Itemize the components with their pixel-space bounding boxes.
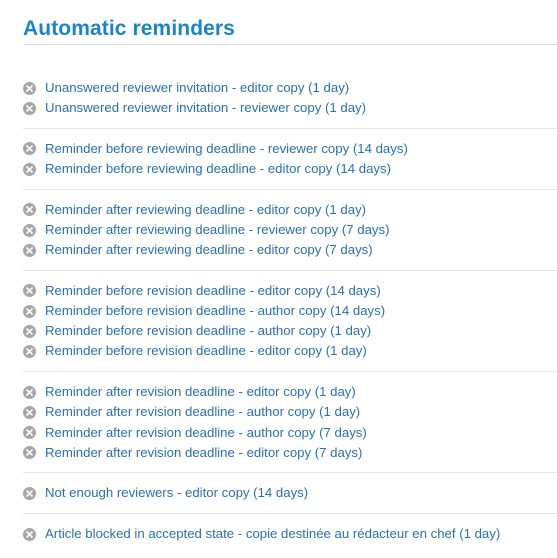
reminder-item: Reminder before revision deadline - edit… xyxy=(23,281,557,301)
reminder-link[interactable]: Reminder after revision deadline - edito… xyxy=(45,382,356,402)
remove-circle-icon[interactable] xyxy=(23,324,36,338)
page-title: Automatic reminders xyxy=(23,17,235,40)
reminder-item: Reminder before revision deadline - auth… xyxy=(23,321,557,341)
reminder-groups: Unanswered reviewer invitation - editor … xyxy=(23,78,557,544)
reminder-item: Reminder after revision deadline - edito… xyxy=(23,443,557,463)
reminder-link[interactable]: Reminder before revision deadline - auth… xyxy=(45,301,385,321)
reminder-group: Not enough reviewers - editor copy (14 d… xyxy=(23,483,557,503)
reminder-item: Reminder after reviewing deadline - revi… xyxy=(23,220,557,240)
remove-circle-icon[interactable] xyxy=(23,304,36,318)
remove-circle-icon[interactable] xyxy=(23,344,36,358)
remove-circle-icon[interactable] xyxy=(23,223,36,237)
reminder-link[interactable]: Article blocked in accepted state - copi… xyxy=(45,524,500,544)
remove-circle-icon[interactable] xyxy=(23,385,36,399)
reminder-item: Unanswered reviewer invitation - reviewe… xyxy=(23,98,557,118)
reminder-link[interactable]: Reminder before revision deadline - auth… xyxy=(45,321,371,341)
reminder-item: Reminder after revision deadline - autho… xyxy=(23,402,557,422)
reminder-item: Reminder after reviewing deadline - edit… xyxy=(23,200,557,220)
group-divider xyxy=(23,371,557,373)
remove-circle-icon[interactable] xyxy=(23,243,36,257)
reminder-group: Unanswered reviewer invitation - editor … xyxy=(23,78,557,118)
reminder-item: Not enough reviewers - editor copy (14 d… xyxy=(23,483,557,503)
group-divider xyxy=(23,188,557,190)
reminder-link[interactable]: Reminder after revision deadline - autho… xyxy=(45,402,360,422)
reminder-link[interactable]: Reminder after revision deadline - autho… xyxy=(45,423,367,443)
group-divider xyxy=(23,269,557,271)
reminder-link[interactable]: Not enough reviewers - editor copy (14 d… xyxy=(45,483,308,503)
remove-circle-icon[interactable] xyxy=(23,142,36,156)
reminder-item: Article blocked in accepted state - copi… xyxy=(23,524,557,544)
reminder-link[interactable]: Reminder before revision deadline - edit… xyxy=(45,341,367,361)
group-divider xyxy=(23,472,557,474)
reminder-item: Reminder before revision deadline - edit… xyxy=(23,341,557,361)
reminder-link[interactable]: Unanswered reviewer invitation - reviewe… xyxy=(45,98,366,118)
reminder-link[interactable]: Reminder before revision deadline - edit… xyxy=(45,281,381,301)
reminder-item: Reminder before reviewing deadline - edi… xyxy=(23,159,557,179)
remove-circle-icon[interactable] xyxy=(23,405,36,419)
reminder-group: Reminder before reviewing deadline - rev… xyxy=(23,139,557,179)
reminder-item: Reminder before revision deadline - auth… xyxy=(23,301,557,321)
reminder-item: Reminder before reviewing deadline - rev… xyxy=(23,139,557,159)
remove-circle-icon[interactable] xyxy=(23,527,36,541)
remove-circle-icon[interactable] xyxy=(23,162,36,176)
remove-circle-icon[interactable] xyxy=(23,446,36,460)
reminder-link[interactable]: Reminder after reviewing deadline - edit… xyxy=(45,240,373,260)
title-divider xyxy=(23,44,557,45)
reminder-group: Article blocked in accepted state - copi… xyxy=(23,524,557,544)
reminder-item: Reminder after revision deadline - autho… xyxy=(23,422,557,442)
remove-circle-icon[interactable] xyxy=(23,203,36,217)
reminders-page: Automatic reminders Unanswered reviewer … xyxy=(0,0,557,558)
reminder-link[interactable]: Reminder after reviewing deadline - edit… xyxy=(45,200,366,220)
reminder-item: Reminder after revision deadline - edito… xyxy=(23,382,557,402)
remove-circle-icon[interactable] xyxy=(23,486,36,500)
group-divider xyxy=(23,127,557,129)
reminder-link[interactable]: Reminder before reviewing deadline - rev… xyxy=(45,139,408,159)
remove-circle-icon[interactable] xyxy=(23,284,36,298)
reminder-link[interactable]: Reminder after reviewing deadline - revi… xyxy=(45,220,390,240)
reminder-link[interactable]: Reminder before reviewing deadline - edi… xyxy=(45,159,391,179)
remove-circle-icon[interactable] xyxy=(23,101,36,115)
reminder-link[interactable]: Reminder after revision deadline - edito… xyxy=(45,443,362,463)
remove-circle-icon[interactable] xyxy=(23,81,36,95)
reminder-item: Reminder after reviewing deadline - edit… xyxy=(23,240,557,260)
reminder-item: Unanswered reviewer invitation - editor … xyxy=(23,78,557,98)
reminder-group: Reminder before revision deadline - edit… xyxy=(23,281,557,362)
reminder-group: Reminder after revision deadline - edito… xyxy=(23,382,557,463)
reminder-link[interactable]: Unanswered reviewer invitation - editor … xyxy=(45,78,349,98)
reminder-group: Reminder after reviewing deadline - edit… xyxy=(23,200,557,261)
group-divider xyxy=(23,513,557,514)
remove-circle-icon[interactable] xyxy=(23,426,36,440)
